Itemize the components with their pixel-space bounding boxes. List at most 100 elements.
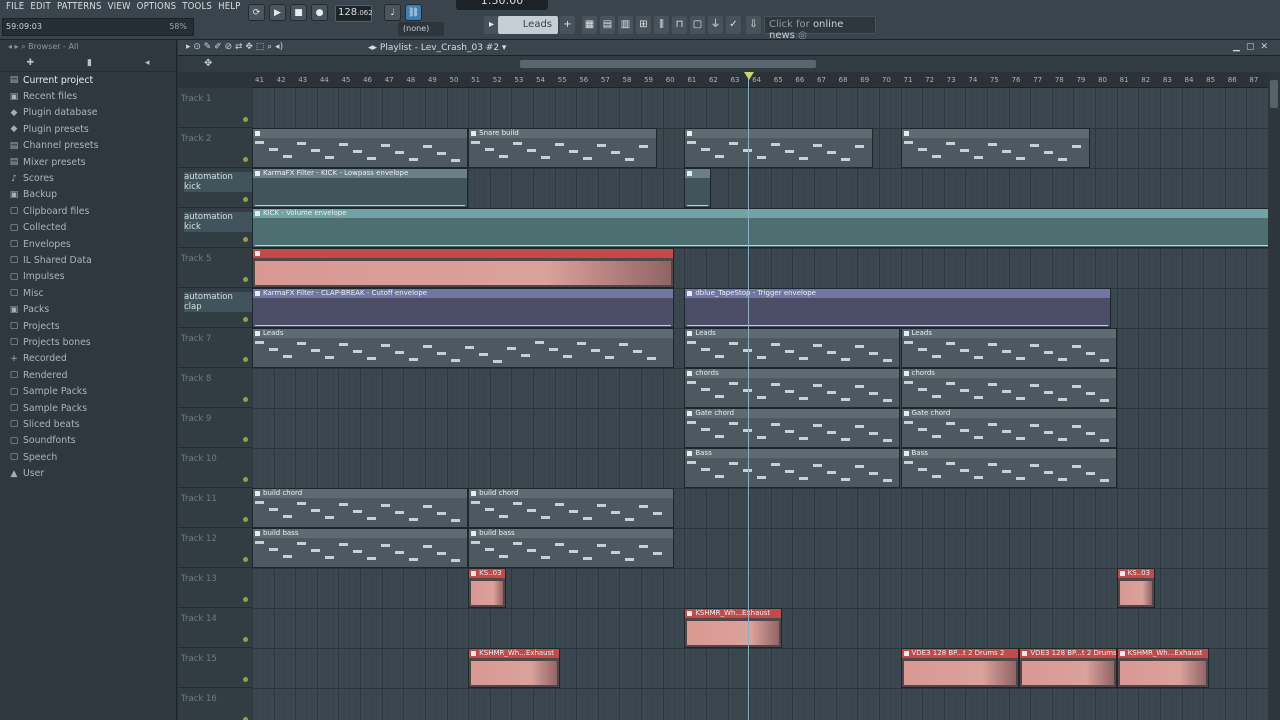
playlist-clip[interactable]: build chord — [468, 488, 674, 528]
window-buttons[interactable]: ▁▢✕ — [1233, 42, 1274, 52]
pattern-none-select[interactable]: (none) — [398, 22, 444, 36]
track-led-icon[interactable] — [243, 677, 248, 682]
online-news-button[interactable]: Click for online news ◎ — [764, 16, 876, 41]
playlist-icon[interactable]: ▦ — [582, 16, 597, 34]
playlist-clip[interactable]: build bass — [468, 528, 674, 568]
playlist-clip[interactable]: KSHMR_Wh...Exhaust — [468, 648, 561, 688]
track-led-icon[interactable] — [243, 157, 248, 162]
track-led-icon[interactable] — [243, 197, 248, 202]
playlist-clip[interactable]: Gate chord — [900, 408, 1117, 448]
track-led-icon[interactable] — [243, 477, 248, 482]
playlist-clip[interactable]: KS..03 — [468, 568, 506, 608]
menu-patterns[interactable]: PATTERNS — [54, 1, 105, 12]
piano-roll-icon[interactable]: ▤ — [600, 16, 615, 34]
browser-item[interactable]: ▢ Collected — [0, 220, 176, 236]
menu-view[interactable]: VIEW — [105, 1, 134, 12]
browser-item[interactable]: ▢ Impulses — [0, 269, 176, 285]
playhead-marker[interactable] — [744, 72, 754, 80]
playlist-clip[interactable]: VDE3 128 BP...t 2 Drums 2 — [900, 648, 1020, 688]
track-header[interactable]: Track 14 — [178, 608, 252, 648]
track-header[interactable]: Track 1 — [178, 88, 252, 128]
track-led-icon[interactable] — [243, 357, 248, 362]
playlist-grid[interactable]: Snare build KarmaFX Filter - KICK - Lowpa… — [252, 88, 1268, 720]
tempo-display[interactable]: 128.062 — [335, 5, 373, 22]
playlist-clip[interactable]: chords — [900, 368, 1117, 408]
playhead[interactable] — [748, 72, 749, 720]
browser-item[interactable]: ▢ IL Shared Data — [0, 252, 176, 268]
browser-item[interactable]: ▣ Backup — [0, 187, 176, 203]
track-header[interactable]: Track 2 — [178, 128, 252, 168]
track-header[interactable]: automation kick — [178, 208, 252, 248]
plugin-icon[interactable]: ▢ — [690, 16, 705, 34]
track-header[interactable]: Track 16 — [178, 688, 252, 720]
browser-item[interactable]: ▢ Clipboard files — [0, 203, 176, 219]
browser-item[interactable]: ▢ Rendered — [0, 367, 176, 383]
track-led-icon[interactable] — [243, 437, 248, 442]
playlist-clip[interactable]: KSHMR_Wh...Exhaust — [684, 608, 782, 648]
browser-expand-icon[interactable]: ✚ — [26, 58, 34, 68]
playlist-clip[interactable]: chords — [684, 368, 901, 408]
playlist-clip[interactable]: KICK - Volume envelope — [252, 208, 1268, 248]
playlist-clip[interactable] — [252, 248, 674, 288]
plug-icon[interactable]: ⏚ — [708, 16, 723, 34]
browser-item[interactable]: ▤ Mixer presets — [0, 154, 176, 170]
track-header[interactable]: Track 9 — [178, 408, 252, 448]
pattern-add-icon[interactable]: + — [560, 16, 575, 34]
browser-icon[interactable]: ⊞ — [636, 16, 651, 34]
track-header[interactable]: automation clap — [178, 288, 252, 328]
browser-item[interactable]: + Recorded — [0, 351, 176, 367]
track-led-icon[interactable] — [243, 237, 248, 242]
browser-item[interactable]: ▢ Misc — [0, 285, 176, 301]
record-button[interactable]: ● — [311, 4, 328, 21]
browser-speaker-icon[interactable]: ◂ — [145, 58, 150, 68]
track-header[interactable]: Track 11 — [178, 488, 252, 528]
playlist-clip[interactable] — [900, 128, 1090, 168]
browser-item[interactable]: ▢ Sample Packs — [0, 383, 176, 399]
timeline-ruler[interactable]: 41 42 43 44 45 46 47 48 49 50 51 52 53 54 55 56 57 58 59 60… — [252, 72, 1268, 88]
tuner-icon[interactable]: ⊓ — [672, 16, 687, 34]
menu-options[interactable]: OPTIONS — [134, 1, 180, 12]
browser-item[interactable]: ▢ Projects bones — [0, 334, 176, 350]
playlist-clip[interactable] — [684, 168, 712, 208]
playlist-clip[interactable]: KSHMR_Wh...Exhaust — [1116, 648, 1209, 688]
channel-rack-icon[interactable]: ▥ — [618, 16, 633, 34]
menu-tools[interactable]: TOOLS — [179, 1, 215, 12]
playlist-clip[interactable]: Leads — [900, 328, 1117, 368]
playlist-clip[interactable]: build bass — [252, 528, 469, 568]
playlist-clip[interactable]: KarmaFX Filter - KICK - Lowpass envelope — [252, 168, 469, 208]
track-led-icon[interactable] — [243, 397, 248, 402]
track-header[interactable]: Track 12 — [178, 528, 252, 568]
playlist-clip[interactable]: KarmaFX Filter - CLAP-BREAK - Cutoff env… — [252, 288, 674, 328]
playlist-clip[interactable]: VDE3 128 BP...t 2 Drums 2 — [1019, 648, 1117, 688]
browser-item[interactable]: ▤ Channel presets — [0, 138, 176, 154]
browser-item[interactable]: ▢ Sliced beats — [0, 416, 176, 432]
browser-item[interactable]: ▢ Envelopes — [0, 236, 176, 252]
browser-item[interactable]: ▢ Sample Packs — [0, 400, 176, 416]
track-header[interactable]: Track 13 — [178, 568, 252, 608]
browser-item[interactable]: ◆ Plugin database — [0, 105, 176, 121]
menu-edit[interactable]: EDIT — [27, 1, 54, 12]
browser-item[interactable]: ▣ Recent files — [0, 88, 176, 104]
track-led-icon[interactable] — [243, 517, 248, 522]
metronome-button[interactable]: ♩ — [384, 4, 401, 21]
track-led-icon[interactable] — [243, 317, 248, 322]
browser-item[interactable]: ♪ Scores — [0, 170, 176, 186]
playlist-tools-icon[interactable]: ▸ ⊙ ✎ ✐ ⊘ ⇄ ✥ ⬚ ⌕ ◂) — [186, 42, 283, 52]
track-header[interactable]: Track 5 — [178, 248, 252, 288]
download-icon[interactable]: ⇩ — [746, 16, 761, 34]
menu-help[interactable]: HELP — [215, 1, 244, 12]
browser-item[interactable]: ▢ Projects — [0, 318, 176, 334]
pattern-selector[interactable]: Leads — [498, 16, 558, 34]
playlist-clip[interactable]: Bass — [684, 448, 901, 488]
playlist-clip[interactable]: Leads — [252, 328, 674, 368]
playlist-clip[interactable]: Snare build — [468, 128, 658, 168]
pattern-prev-icon[interactable]: ▸ — [484, 16, 499, 34]
track-header[interactable]: Track 15 — [178, 648, 252, 688]
track-led-icon[interactable] — [243, 597, 248, 602]
horizontal-scrollbar[interactable] — [520, 60, 816, 68]
playlist-clip[interactable]: Leads — [684, 328, 901, 368]
browser-item[interactable]: ▲ User — [0, 465, 176, 481]
playlist-clip[interactable]: Gate chord — [684, 408, 901, 448]
help-icon[interactable]: ✓ — [726, 16, 741, 34]
track-header[interactable]: Track 8 — [178, 368, 252, 408]
